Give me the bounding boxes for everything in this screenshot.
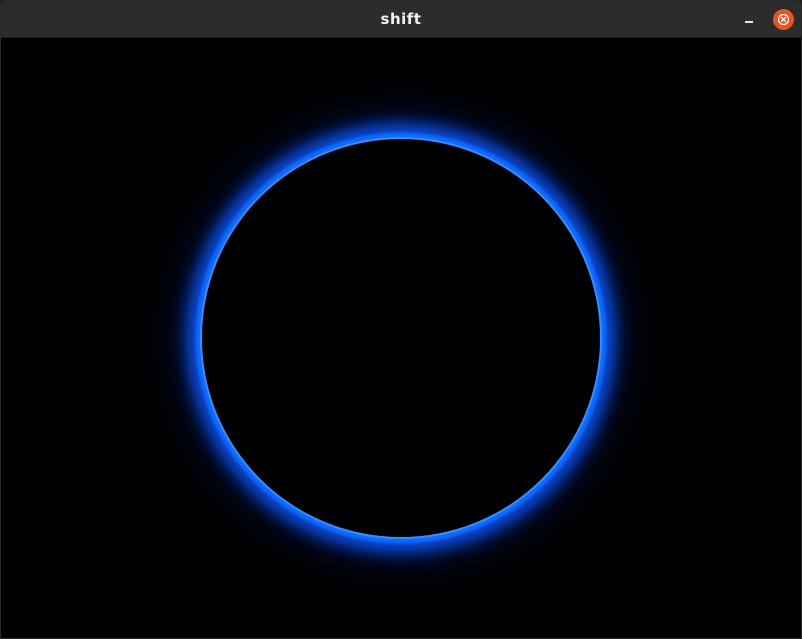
close-icon — [778, 14, 789, 25]
minimize-icon — [745, 21, 753, 23]
app-window: shift — [0, 0, 802, 639]
window-title: shift — [380, 10, 422, 28]
close-button[interactable] — [773, 9, 794, 30]
render-canvas[interactable] — [1, 38, 801, 638]
titlebar[interactable]: shift — [1, 1, 801, 38]
minimize-button[interactable] — [738, 9, 760, 31]
inner-disc — [202, 139, 600, 537]
glowing-ring — [1, 38, 801, 638]
